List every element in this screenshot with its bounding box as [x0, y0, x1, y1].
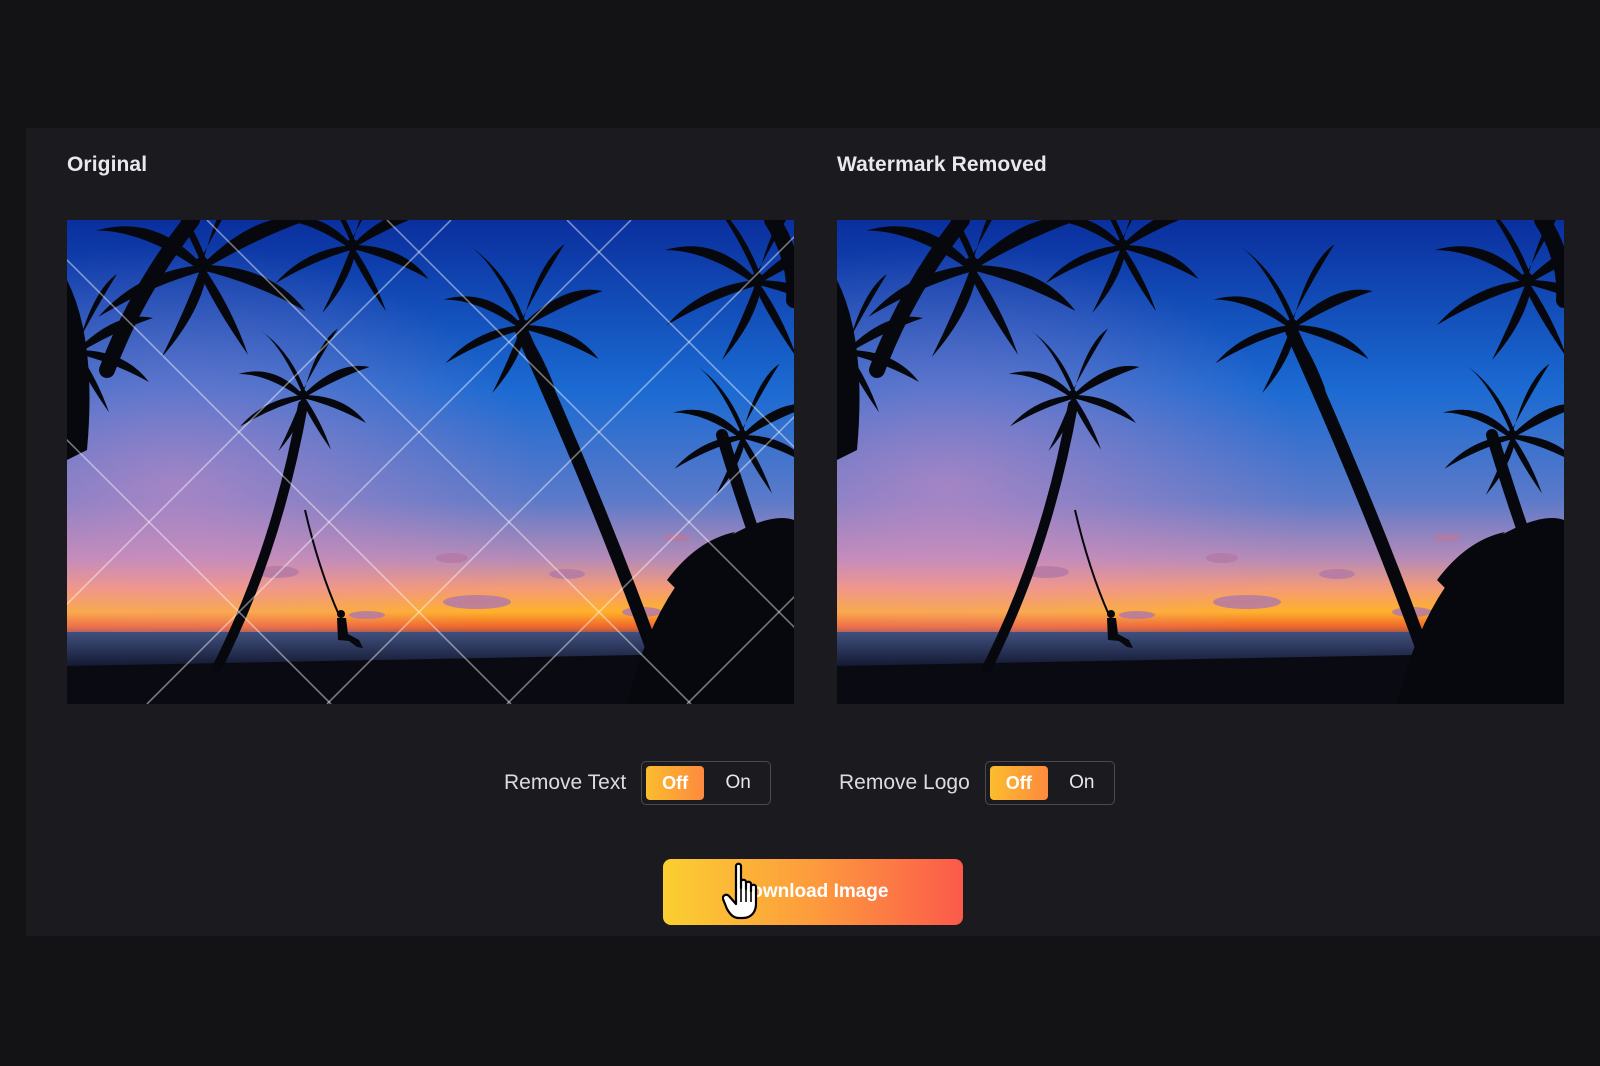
original-title: Original: [67, 153, 148, 176]
watermark-removed-image: [837, 220, 1564, 704]
remove-text-toggle[interactable]: Off On: [641, 761, 772, 805]
remove-text-on-option[interactable]: On: [708, 766, 768, 800]
remove-text-off-option[interactable]: Off: [646, 766, 705, 800]
remove-text-control: Remove Text Off On: [504, 760, 772, 806]
original-image: [67, 220, 794, 704]
remove-logo-toggle[interactable]: Off On: [984, 761, 1115, 805]
remove-text-label: Remove Text: [504, 771, 627, 794]
remove-logo-on-option[interactable]: On: [1052, 766, 1112, 800]
remove-logo-control: Remove Logo Off On: [839, 760, 1115, 806]
remove-logo-label: Remove Logo: [839, 771, 970, 794]
download-image-button[interactable]: Download Image: [663, 859, 963, 925]
comparison-panel: Original Watermark Removed Remove Text O…: [26, 128, 1600, 936]
watermark-removed-title: Watermark Removed: [837, 153, 1047, 176]
remove-logo-off-option[interactable]: Off: [989, 766, 1048, 800]
